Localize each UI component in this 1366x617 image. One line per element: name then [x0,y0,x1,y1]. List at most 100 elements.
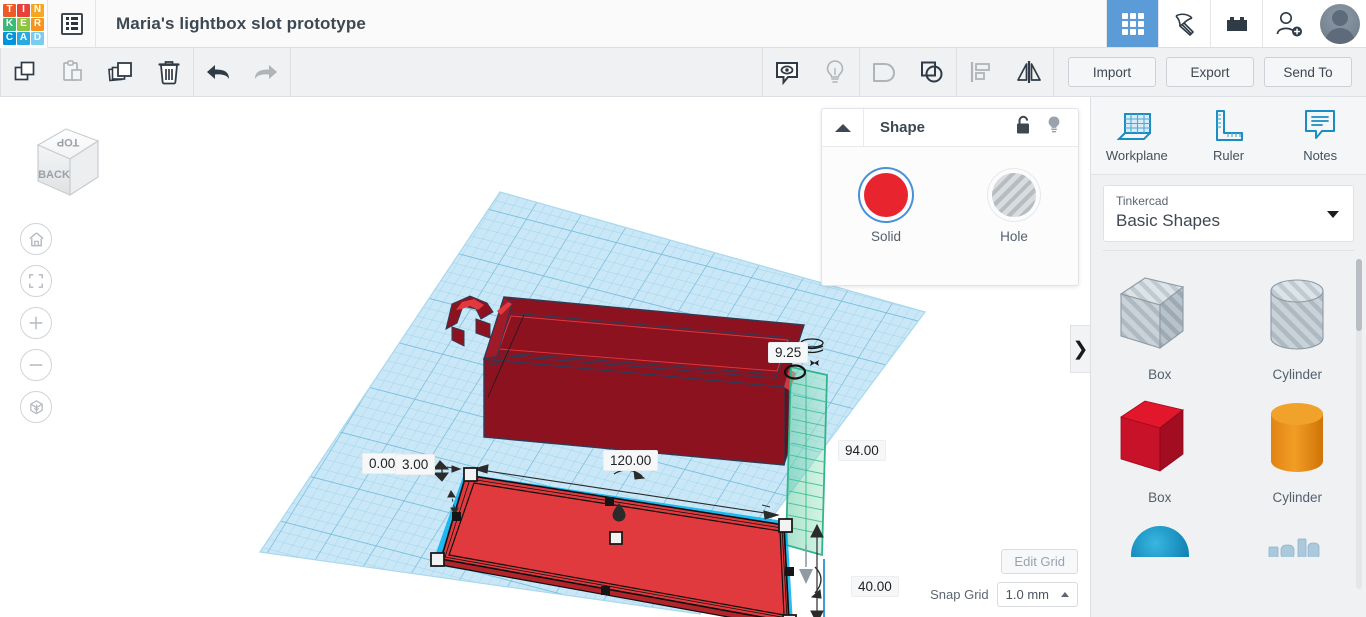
logo-letter-t: T [3,3,16,17]
workplane-tool[interactable]: Workplane [1091,97,1183,174]
toolbar-actions: Import Export Send To [1068,57,1366,87]
header-tab-3d-designs[interactable] [1106,0,1158,47]
dim-width[interactable]: 40.00 [851,576,899,597]
brick-icon [1226,16,1247,31]
hole-option[interactable]: Hole [950,173,1078,244]
design-list-button[interactable] [48,0,96,47]
solid-option-label: Solid [870,229,902,244]
light-button[interactable] [811,48,859,97]
library-collection-label: Basic Shapes [1116,210,1220,230]
sphere-solid-icon [1130,525,1189,557]
duplicate-button[interactable] [97,48,145,97]
home-view-button[interactable] [20,223,52,255]
ungroup-button[interactable] [908,48,956,97]
fit-view-button[interactable] [20,265,52,297]
minus-icon [29,364,43,366]
snap-grid-label: Snap Grid [930,587,989,602]
view-cube-top-label: TOP [57,136,79,148]
align-icon [970,62,990,82]
toolbar-divider-3 [290,47,291,97]
grid-controls: Edit Grid Snap Grid 1.0 mm [930,549,1078,607]
logo-letter-d: D [31,31,44,45]
box-hole-icon [1119,277,1184,349]
main-toolbar: Import Export Send To [0,47,1366,97]
header-spacer [366,0,1106,47]
export-button[interactable]: Export [1166,57,1254,87]
shape-box-hole-label: Box [1148,366,1172,382]
add-person-icon [1276,11,1302,36]
send-to-button[interactable]: Send To [1264,57,1352,87]
mirror-button[interactable] [1005,48,1053,97]
hole-pattern-swatch [992,173,1036,217]
home-icon [28,231,44,246]
undo-button[interactable] [194,48,242,97]
shapes-sidebar: Workplane Ruler Notes Tinkercad Basic Sh… [1090,97,1366,617]
shape-cylinder-solid[interactable]: Cylinder [1229,388,1366,505]
shape-panel-title: Shape [880,119,926,136]
edit-grid-button[interactable]: Edit Grid [1001,549,1078,574]
align-button[interactable] [957,48,1005,97]
page-title: Maria's lightbox slot prototype [116,13,366,33]
dim-ruler-height[interactable]: 9.25 [768,342,809,363]
snap-grid-select[interactable]: 1.0 mm [996,582,1078,607]
ruler-tool[interactable]: Ruler [1183,97,1275,174]
unlocked-padlock-icon[interactable] [1015,115,1032,140]
shape-box-hole[interactable]: Box [1091,265,1229,382]
header-tab-minecraft[interactable] [1158,0,1210,47]
shape-panel-collapse-button[interactable] [822,109,864,147]
logo-letter-e: E [17,17,30,31]
shape-sphere-solid[interactable] [1091,511,1229,557]
user-avatar-button[interactable] [1314,0,1366,47]
fit-frame-icon [29,274,43,288]
apps-grid-icon [1121,12,1144,35]
header-invite-button[interactable] [1262,0,1314,47]
dim-ruler-length[interactable]: 94.00 [838,440,886,461]
light-bulb-icon[interactable] [1046,115,1062,140]
delete-button[interactable] [145,48,193,97]
light-bulb-icon [826,60,844,83]
shape-text-solid[interactable] [1229,511,1366,557]
paste-button[interactable] [49,48,97,97]
panel-expand-handle[interactable]: ❯ [1070,325,1090,373]
cube-perspective-icon [29,399,43,414]
shape-cylinder-hole[interactable]: Cylinder [1229,265,1366,382]
logo-letter-c: C [3,31,16,45]
avatar [1320,3,1360,44]
zoom-out-button[interactable] [20,349,52,381]
pickaxe-icon [1174,12,1194,36]
logo-letter-r: R [31,17,44,31]
dim-height[interactable]: 3.00 [395,454,436,475]
header-tab-blocks[interactable] [1210,0,1262,47]
shape-panel-header: Shape [822,109,1078,147]
box-solid-icon [1119,400,1184,472]
zoom-in-button[interactable] [20,307,52,339]
library-source-label: Tinkercad [1116,194,1169,208]
copy-button[interactable] [1,48,49,97]
undo-icon [207,65,229,79]
notes-tool[interactable]: Notes [1274,97,1366,174]
shape-cylinder-solid-label: Cylinder [1272,489,1323,505]
shape-library-list[interactable]: Box Cylinder Box Cylinder [1091,251,1366,603]
sidebar-scrollbar-thumb[interactable] [1356,258,1362,331]
view-cube[interactable]: TOP BACK [20,115,104,203]
import-button[interactable]: Import [1068,57,1156,87]
solid-color-swatch [864,173,908,217]
note-button[interactable] [763,48,811,97]
ruler-icon [1215,110,1243,141]
plus-icon [29,316,43,330]
dim-length[interactable]: 120.00 [603,450,659,471]
solid-option[interactable]: Solid [822,173,950,244]
shape-panel-body: Solid Hole [822,147,1078,244]
shape-box-solid[interactable]: Box [1091,388,1229,505]
logo-letter-k: K [3,17,16,31]
shape-library-selector[interactable]: Tinkercad Basic Shapes [1103,185,1354,242]
shape-grid: Box Cylinder Box Cylinder [1091,265,1366,557]
redo-button[interactable] [242,48,290,97]
tinkercad-logo[interactable]: TIN KER CAD [0,0,48,48]
group-button[interactable] [860,48,908,97]
perspective-toggle-button[interactable] [20,391,52,423]
note-icon [776,62,798,86]
tinkercad-app: TIN KER CAD Maria's lightbox slot prototyp… [0,0,1366,617]
delete-icon [158,61,180,85]
chevron-down-icon [1327,211,1339,219]
